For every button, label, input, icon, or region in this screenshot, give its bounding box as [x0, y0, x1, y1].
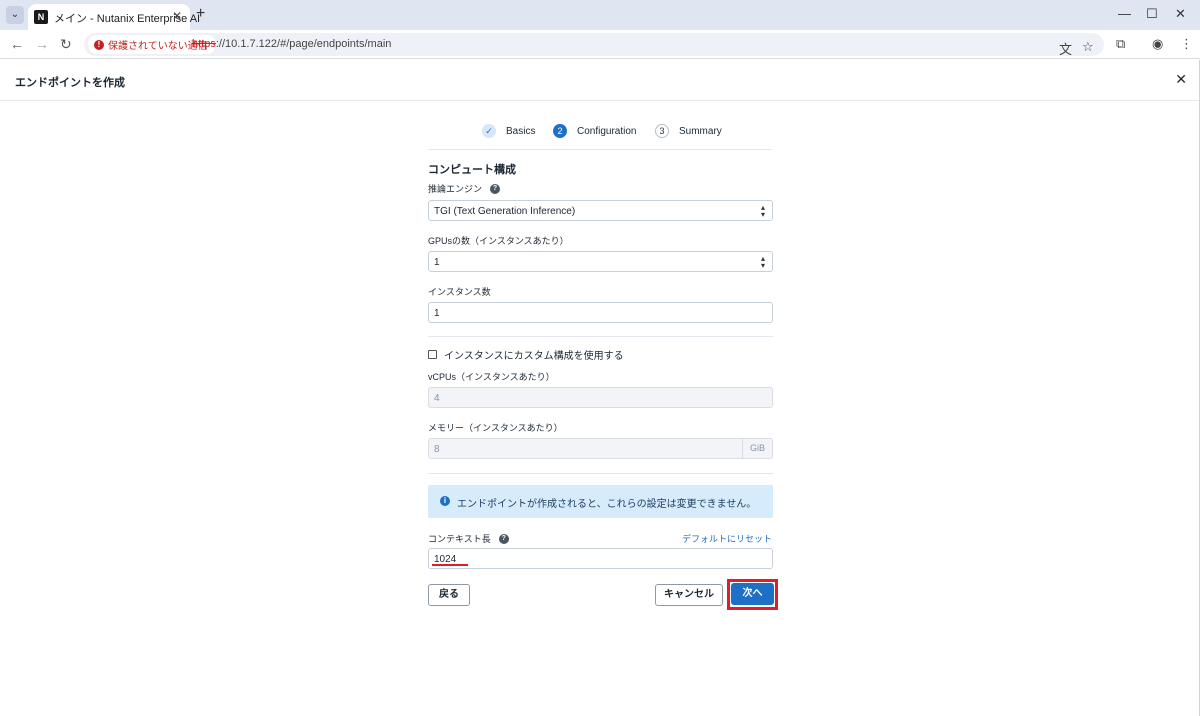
unit-label: GiB	[742, 439, 772, 458]
info-icon: i	[440, 496, 450, 506]
step-basics[interactable]: ✓ Basics	[482, 124, 535, 138]
vcpus-input: 4	[428, 387, 773, 408]
step-number: 2	[553, 124, 567, 138]
warning-icon: !	[94, 39, 104, 50]
annotation-underline	[432, 564, 468, 566]
forward-arrow-icon[interactable]: →	[35, 36, 49, 52]
annotation-highlight-box	[727, 579, 778, 610]
browser-tab[interactable]: N メイン - Nutanix Enterprise AI ✕	[28, 4, 200, 30]
close-icon[interactable]: ✕	[1175, 71, 1187, 88]
profile-icon[interactable]: ◉	[1152, 36, 1163, 52]
chevron-updown-icon: ▴ ▾	[760, 203, 765, 219]
step-number: 3	[655, 124, 669, 138]
address-bar[interactable]: ! 保護されていない通信 https://10.1.7.122/#/page/e…	[84, 33, 1104, 58]
window-close-icon[interactable]: ✕	[1175, 6, 1186, 22]
memory-input: 8 GiB	[428, 438, 773, 459]
step-label: Configuration	[577, 125, 637, 137]
url-path: ://10.1.7.122/#/page/endpoints/main	[215, 38, 392, 50]
instances-label: インスタンス数	[428, 287, 491, 297]
input-value: 8	[434, 444, 440, 455]
nutanix-favicon-icon: N	[34, 10, 48, 24]
reset-default-link[interactable]: デフォルトにリセット	[682, 532, 772, 545]
back-arrow-icon[interactable]: ←	[10, 36, 24, 52]
help-icon[interactable]: ?	[490, 183, 501, 194]
select-value: TGI (Text Generation Inference)	[434, 206, 576, 217]
info-banner: i エンドポイントが作成されると、これらの設定は変更できません。	[428, 485, 773, 518]
custom-config-checkbox-row[interactable]: インスタンスにカスタム構成を使用する	[428, 347, 624, 362]
step-summary[interactable]: 3 Summary	[655, 124, 722, 138]
wizard-stepper: ✓ Basics 2 Configuration 3 Summary	[428, 120, 772, 150]
step-configuration[interactable]: 2 Configuration	[553, 124, 636, 138]
help-icon[interactable]: ?	[498, 533, 509, 544]
url-text[interactable]: https://10.1.7.122/#/page/endpoints/main	[192, 38, 391, 50]
chevron-updown-icon: ▴ ▾	[760, 254, 765, 270]
engine-label-text: 推論エンジン	[428, 184, 483, 194]
tab-close-icon[interactable]: ✕	[172, 9, 182, 23]
context-length-label-text: コンテキスト長	[428, 534, 491, 544]
page-title: エンドポイントを作成	[15, 77, 125, 89]
app-header: エンドポイントを作成 ✕	[0, 60, 1200, 101]
translate-icon[interactable]: 文	[1059, 39, 1072, 58]
browser-toolbar: ← → ↻ ! 保護されていない通信 https://10.1.7.122/#/…	[0, 30, 1200, 59]
maximize-icon[interactable]: ☐	[1146, 6, 1158, 22]
url-scheme: https	[192, 38, 216, 50]
instances-input[interactable]: 1	[428, 302, 773, 323]
back-button[interactable]: 戻る	[428, 584, 470, 606]
step-label: Summary	[679, 125, 722, 137]
browser-menu-icon[interactable]: ⋮	[1180, 36, 1193, 52]
checkbox-label: インスタンスにカスタム構成を使用する	[444, 351, 624, 362]
custom-config-checkbox[interactable]	[428, 350, 437, 359]
browser-tab-bar: ⌄ N メイン - Nutanix Enterprise AI ✕ + — ☐ …	[0, 0, 1200, 30]
divider	[428, 473, 773, 474]
gpus-label: GPUsの数（インスタンスあたり）	[428, 236, 569, 246]
gpus-select[interactable]: 1 ▴ ▾	[428, 251, 773, 272]
context-length-input[interactable]: 1024	[428, 548, 773, 569]
engine-label: 推論エンジン ?	[428, 182, 501, 195]
cancel-button[interactable]: キャンセル	[655, 584, 723, 606]
new-tab-icon[interactable]: +	[196, 5, 205, 23]
inference-engine-select[interactable]: TGI (Text Generation Inference) ▴ ▾	[428, 200, 773, 221]
input-value: 1	[434, 308, 440, 319]
extensions-icon[interactable]: ⧉	[1116, 36, 1125, 52]
vcpus-label: vCPUs（インスタンスあたり）	[428, 372, 555, 382]
tab-search-icon[interactable]: ⌄	[6, 6, 24, 24]
info-message: エンドポイントが作成されると、これらの設定は変更できません。	[457, 499, 757, 510]
divider	[428, 336, 773, 337]
bookmark-star-icon[interactable]: ☆	[1082, 39, 1094, 55]
input-value: 4	[434, 393, 440, 404]
select-value: 1	[434, 257, 440, 268]
check-icon: ✓	[482, 124, 496, 138]
minimize-icon[interactable]: —	[1118, 6, 1131, 21]
memory-label: メモリー（インスタンスあたり）	[428, 423, 563, 433]
context-length-label: コンテキスト長 ?	[428, 532, 509, 545]
step-label: Basics	[506, 125, 536, 137]
reload-icon[interactable]: ↻	[60, 36, 72, 53]
section-title: コンピュート構成	[428, 164, 516, 176]
